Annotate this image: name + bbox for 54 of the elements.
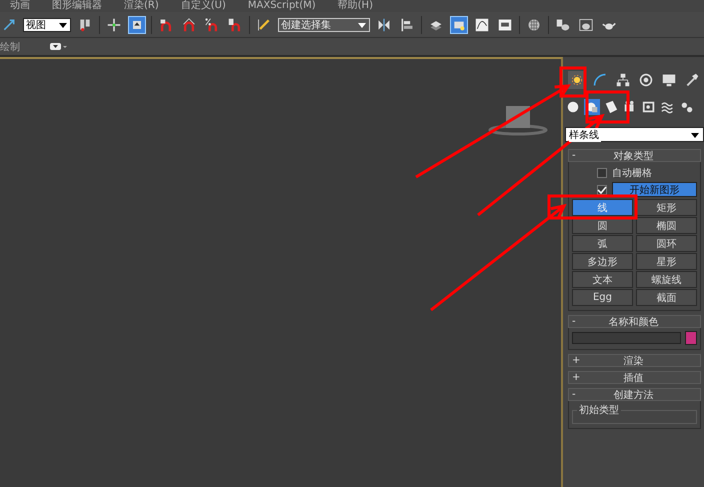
rollout-toggle-sign: + <box>571 372 579 383</box>
color-swatch[interactable] <box>685 331 697 345</box>
shape-button[interactable]: 文本 <box>572 271 633 288</box>
rollout-title: 对象类型 <box>612 150 654 162</box>
shape-button[interactable]: 矩形 <box>636 199 697 216</box>
caret-icon[interactable] <box>357 20 367 28</box>
rollout-toggle-sign: - <box>571 150 577 161</box>
viewcube-icon[interactable] <box>488 106 548 136</box>
checkbox-label: 自动栅格 <box>612 166 652 180</box>
rollout-title: 名称和颜色 <box>608 316 660 328</box>
rollout-header[interactable]: - 对象类型 <box>568 149 701 162</box>
ribbon-menu-icon[interactable] <box>50 42 68 51</box>
rollout-toggle-sign: + <box>571 355 579 366</box>
helper-icon[interactable] <box>641 99 657 115</box>
shape-button[interactable]: Egg <box>572 289 633 306</box>
dropdown-value: 创建选择集 <box>281 18 331 32</box>
shape-button[interactable]: 截面 <box>636 289 697 306</box>
shape-button[interactable]: 弧 <box>572 235 633 252</box>
menu-item[interactable]: 动画 <box>10 0 30 12</box>
checkbox[interactable] <box>597 168 607 178</box>
rollout-title: 创建方法 <box>612 388 654 402</box>
dropdown[interactable]: 创建选择集 <box>278 18 370 32</box>
dropdown[interactable]: 视图 <box>23 18 71 32</box>
target-icon[interactable] <box>637 71 655 89</box>
rollout-header[interactable]: + 渲染 <box>568 354 701 367</box>
shape-button[interactable]: 星形 <box>636 253 697 270</box>
caret-icon[interactable] <box>690 130 700 138</box>
menu-item[interactable]: MAXScript(M) <box>248 0 316 12</box>
rollout-header[interactable]: + 插值 <box>568 371 701 384</box>
shape-button[interactable]: 螺旋线 <box>636 271 697 288</box>
spotlight-icon[interactable] <box>603 99 619 115</box>
rollout-title: 插值 <box>622 372 644 384</box>
folder-icon[interactable] <box>450 16 468 34</box>
rollout-header[interactable]: - 名称和颜色 <box>568 315 701 328</box>
rollout-toggle-sign: - <box>571 389 577 400</box>
rollout-title: 渲染 <box>622 354 644 368</box>
shape-button[interactable]: 圆环 <box>636 235 697 252</box>
dropdown-value: 视图 <box>26 18 46 32</box>
dropdown-value: 样条线 <box>569 128 601 142</box>
rollout-header[interactable]: - 创建方法 <box>568 388 701 401</box>
name-field[interactable] <box>572 332 681 344</box>
menu-item[interactable]: 帮助(H) <box>338 0 373 12</box>
ribbon-label: 绘制 <box>0 40 20 54</box>
menu-item[interactable]: 图形编辑器 <box>52 0 102 12</box>
start-new-shape-button[interactable]: 开始新图形 <box>612 182 697 197</box>
type-dropdown[interactable]: 样条线 <box>565 127 704 142</box>
rollout-toggle-sign: - <box>571 316 577 327</box>
shape-button[interactable]: 线 <box>572 199 633 216</box>
sphere-icon[interactable] <box>565 99 581 115</box>
group-label: 初始类型 <box>577 403 621 417</box>
hierarchy-icon[interactable] <box>614 71 632 89</box>
shape-button[interactable]: 多边形 <box>572 253 633 270</box>
shape-button[interactable]: 椭圆 <box>636 217 697 234</box>
caret-icon[interactable] <box>58 20 68 28</box>
